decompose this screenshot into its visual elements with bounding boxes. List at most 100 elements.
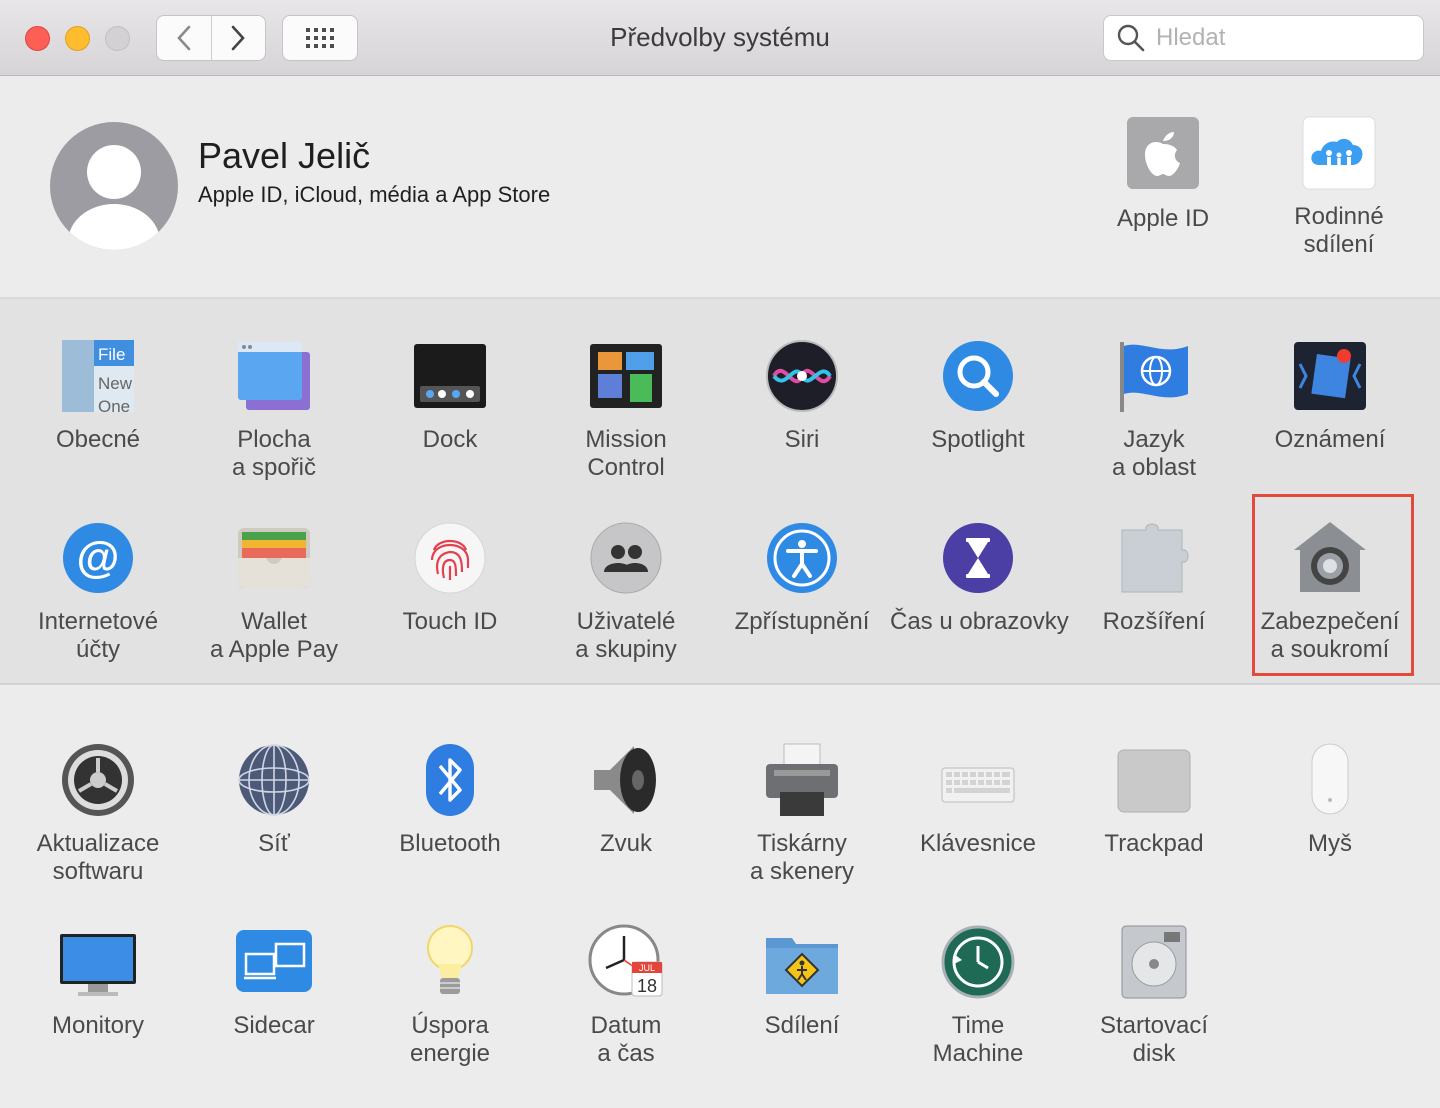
back-button[interactable] — [157, 16, 211, 60]
pane-label: Mission — [585, 426, 667, 453]
pane-label: Control — [587, 454, 665, 481]
pane-date-time[interactable]: JUL 18 Datum a čas — [538, 924, 714, 1068]
desktop-icon — [236, 338, 312, 414]
pane-spotlight[interactable]: Spotlight — [890, 338, 1066, 454]
notifications-icon — [1292, 338, 1368, 414]
pane-siri[interactable]: Siri — [714, 338, 890, 454]
pane-sidecar[interactable]: Sidecar — [186, 924, 362, 1040]
screen-time-icon — [940, 520, 1016, 596]
user-name: Pavel Jelič — [198, 135, 371, 176]
pane-label: Sidecar — [233, 1012, 315, 1039]
keyboard-icon — [940, 742, 1016, 818]
pane-label: Zvuk — [599, 830, 652, 857]
mouse-icon — [1292, 742, 1368, 818]
pane-users[interactable]: Uživatelé a skupiny — [538, 520, 714, 664]
pane-label: Startovací — [1099, 1012, 1209, 1039]
pane-label: Datum — [590, 1012, 662, 1039]
toolbar: Předvolby systému — [0, 0, 1440, 76]
pane-touch-id[interactable]: Touch ID — [362, 520, 538, 636]
pane-general[interactable]: File New One Obecné — [10, 338, 186, 454]
wallet-icon — [236, 520, 312, 596]
pane-internet-accounts[interactable]: @ Internetové účty — [10, 520, 186, 664]
pane-mission-control[interactable]: Mission Control — [538, 338, 714, 482]
search-icon — [1117, 24, 1145, 52]
accessibility-icon — [764, 520, 840, 596]
forward-button[interactable] — [210, 16, 266, 60]
pane-keyboard[interactable]: Klávesnice — [890, 742, 1066, 858]
pane-bluetooth[interactable]: Bluetooth — [362, 742, 538, 858]
pane-label: softwaru — [52, 858, 144, 885]
avatar[interactable] — [50, 122, 178, 250]
pane-desktop[interactable]: Plocha a spořič — [186, 338, 362, 482]
software-update-icon — [60, 742, 136, 818]
pane-printers[interactable]: Tiskárny a skenery — [714, 742, 890, 886]
pane-label: a oblast — [1111, 454, 1197, 481]
pane-wallet[interactable]: Wallet a Apple Pay — [186, 520, 362, 664]
general-icon-text: New — [98, 374, 133, 393]
pane-label: Obecné — [55, 426, 141, 453]
pane-notifications[interactable]: Oznámení — [1242, 338, 1418, 454]
pane-energy[interactable]: Úspora energie — [362, 924, 538, 1068]
pane-label: účty — [75, 636, 120, 663]
pane-label: sdílení — [1303, 231, 1375, 258]
pane-extensions[interactable]: Rozšíření — [1066, 520, 1242, 636]
user-subtitle: Apple ID, iCloud, média a App Store — [198, 182, 551, 207]
search-input[interactable] — [1156, 24, 1406, 52]
sharing-icon — [764, 924, 840, 1000]
pane-label: Tiskárny — [757, 830, 847, 857]
mission-control-icon — [588, 338, 664, 414]
pane-language[interactable]: Jazyk a oblast — [1066, 338, 1242, 482]
internet-accounts-icon: @ — [60, 520, 136, 596]
pane-trackpad[interactable]: Trackpad — [1066, 742, 1242, 858]
pane-mouse[interactable]: Myš — [1242, 742, 1418, 858]
pane-label: Bluetooth — [399, 830, 501, 857]
pane-dock[interactable]: Dock — [362, 338, 538, 454]
sidecar-icon — [236, 924, 312, 1000]
general-icon: File New One — [60, 338, 136, 416]
show-all-button[interactable] — [282, 15, 358, 61]
general-icon-text: File — [98, 345, 125, 364]
pane-sharing[interactable]: Sdílení — [714, 924, 890, 1040]
pane-label: Time — [951, 1012, 1005, 1039]
pane-network[interactable]: Síť — [186, 742, 362, 858]
energy-icon — [412, 924, 488, 1000]
zoom-window-button — [105, 26, 130, 51]
pane-label: Jazyk — [1123, 426, 1185, 453]
users-icon — [588, 520, 664, 596]
pane-label: Rozšíření — [1102, 608, 1206, 635]
pane-startup-disk[interactable]: Startovací disk — [1066, 924, 1242, 1068]
pane-accessibility[interactable]: Zpřístupnění — [714, 520, 890, 636]
apple-id-icon — [1125, 115, 1201, 191]
close-window-button[interactable] — [25, 26, 50, 51]
time-machine-icon — [940, 924, 1016, 1000]
family-sharing-icon — [1301, 115, 1377, 191]
language-icon — [1116, 338, 1192, 414]
general-icon-text: One — [98, 397, 130, 414]
pane-apple-id[interactable]: Apple ID — [1075, 115, 1251, 233]
calendar-day: 18 — [637, 976, 657, 996]
pane-sound[interactable]: Zvuk — [538, 742, 714, 858]
sound-icon — [588, 742, 664, 818]
network-icon — [236, 742, 312, 818]
pane-label: Čas u obrazovky — [890, 608, 1069, 635]
pane-label: Úspora — [411, 1012, 489, 1039]
siri-icon — [764, 338, 840, 414]
pane-label: Internetové — [37, 608, 159, 635]
pane-time-machine[interactable]: Time Machine — [890, 924, 1066, 1068]
pane-label: Síť — [258, 830, 290, 857]
selection-highlight — [1252, 494, 1414, 676]
pane-label: Aktualizace — [36, 830, 160, 857]
pane-family-sharing[interactable]: Rodinné sdílení — [1251, 115, 1427, 259]
pane-label: Wallet — [241, 608, 307, 635]
extensions-icon — [1116, 520, 1192, 596]
pane-label: Zpřístupnění — [734, 608, 870, 635]
minimize-window-button[interactable] — [65, 26, 90, 51]
pane-label: Oznámení — [1274, 426, 1386, 453]
pane-displays[interactable]: Monitory — [10, 924, 186, 1040]
pane-label: Rodinné — [1294, 203, 1384, 230]
pane-software-update[interactable]: Aktualizace softwaru — [10, 742, 186, 886]
pane-label: energie — [409, 1040, 491, 1067]
pane-screen-time[interactable]: Čas u obrazovky — [890, 520, 1069, 636]
pane-label: Dock — [422, 426, 478, 453]
svg-text:@: @ — [77, 533, 120, 582]
